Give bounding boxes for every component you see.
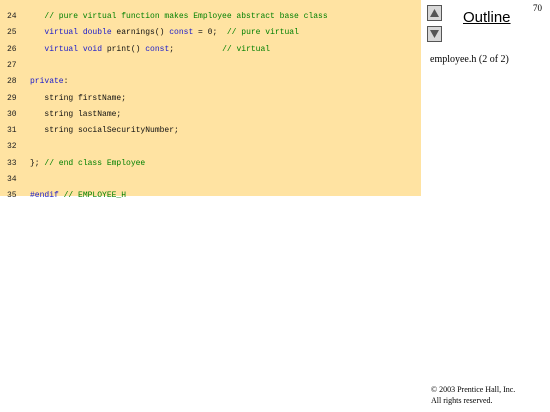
code-line: 33}; // end class Employee — [0, 157, 421, 170]
line-number: 31 — [7, 126, 17, 136]
line-number: 28 — [7, 77, 17, 87]
code-line: 29 string firstName; — [0, 92, 421, 105]
code-line: 35 #endif // EMPLOYEE_H — [0, 189, 421, 202]
code-token: // pure virtual — [226, 28, 299, 38]
code-token: const — [145, 44, 170, 54]
code-token: : — [63, 77, 69, 87]
code-line: 34 — [0, 173, 421, 186]
code-text: // pure virtual function makes Employee … — [30, 10, 328, 23]
code-token: // virtual — [222, 44, 271, 54]
code-text: string socialSecurityNumber; — [30, 124, 179, 137]
code-token: // end class Employee — [44, 158, 146, 168]
code-line: 28 private: — [0, 75, 421, 88]
code-token: earnings() — [111, 28, 170, 38]
code-line: 32 — [0, 140, 421, 153]
code-token: const — [169, 28, 194, 38]
code-token: ; — [169, 44, 223, 54]
line-number: 34 — [7, 175, 17, 184]
line-number: 30 — [7, 109, 17, 119]
code-token: #endif — [30, 191, 59, 201]
code-token: string lastName; — [30, 109, 122, 119]
line-number: 33 — [7, 158, 17, 168]
page-number: 70 — [533, 3, 542, 13]
rights-line: All rights reserved. — [431, 396, 493, 405]
code-token: // pure virtual function makes Employee … — [30, 12, 328, 21]
code-line: 25 virtual double earnings() const = 0; … — [0, 26, 421, 39]
line-number: 27 — [7, 60, 17, 70]
code-panel: 24 // pure virtual function makes Employ… — [0, 0, 421, 200]
code-text: string firstName; — [30, 92, 126, 105]
line-number: 32 — [7, 142, 17, 152]
copyright-line: © 2003 Prentice Hall, Inc. — [431, 385, 516, 394]
code-text: #endif // EMPLOYEE_H — [30, 189, 126, 202]
code-text: virtual void print() const; // virtual — [30, 43, 270, 56]
previous-slide-button[interactable] — [427, 5, 442, 21]
code-token: print() — [102, 44, 146, 54]
code-token: }; — [30, 158, 45, 168]
code-text: virtual double earnings() const = 0; // … — [30, 26, 299, 39]
code-token: virtual double — [44, 28, 112, 38]
code-token: private — [30, 77, 64, 87]
triangle-up-icon — [430, 9, 439, 17]
line-number: 24 — [7, 12, 17, 21]
code-line: 26 virtual void print() const; // virtua… — [0, 43, 421, 56]
code-token: = 0; — [193, 28, 227, 38]
code-token: string socialSecurityNumber; — [30, 126, 179, 136]
line-number: 25 — [7, 28, 17, 38]
code-line: 30 string lastName; — [0, 108, 421, 121]
code-text: string lastName; — [30, 108, 121, 121]
code-token: string firstName; — [30, 93, 127, 103]
code-line: 24 // pure virtual function makes Employ… — [0, 10, 421, 23]
code-text: }; // end class Employee — [30, 157, 145, 170]
next-slide-button[interactable] — [427, 26, 442, 42]
triangle-down-icon — [430, 30, 439, 38]
code-line: 31 string socialSecurityNumber; — [0, 124, 421, 137]
line-number: 26 — [7, 44, 17, 54]
copyright-notice: © 2003 Prentice Hall, Inc. All rights re… — [431, 384, 515, 406]
code-line: 27 — [0, 59, 421, 72]
code-token: virtual void — [44, 44, 103, 54]
code-token: // EMPLOYEE_H — [63, 191, 127, 201]
line-number: 35 — [7, 191, 17, 201]
outline-link[interactable]: Outline — [463, 9, 511, 26]
line-number: 29 — [7, 93, 17, 103]
code-text: private: — [30, 75, 68, 88]
file-label: employee.h (2 of 2) — [430, 54, 509, 65]
